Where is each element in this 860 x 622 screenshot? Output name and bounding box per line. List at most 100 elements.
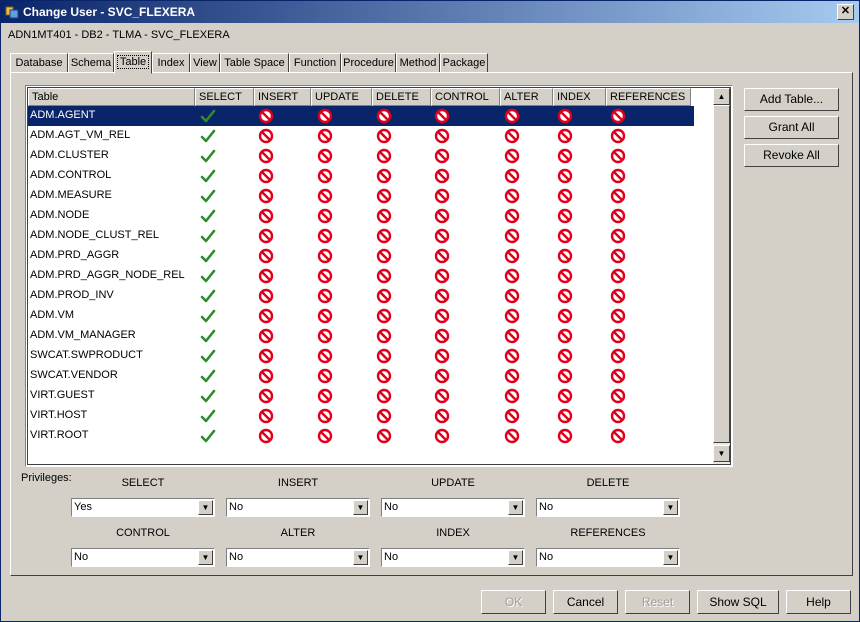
deny-icon[interactable] xyxy=(317,308,333,324)
column-header-update[interactable]: UPDATE xyxy=(311,88,372,106)
check-icon[interactable] xyxy=(200,368,216,384)
deny-icon[interactable] xyxy=(434,328,450,344)
check-icon[interactable] xyxy=(200,148,216,164)
deny-icon[interactable] xyxy=(610,228,626,244)
privilege-select-select[interactable]: Yes ▼ xyxy=(71,498,215,517)
deny-icon[interactable] xyxy=(258,428,274,444)
tab-view[interactable]: View xyxy=(190,53,220,73)
deny-icon[interactable] xyxy=(376,408,392,424)
deny-icon[interactable] xyxy=(258,248,274,264)
deny-icon[interactable] xyxy=(610,428,626,444)
deny-icon[interactable] xyxy=(317,408,333,424)
deny-icon[interactable] xyxy=(504,408,520,424)
help-button[interactable]: Help xyxy=(786,590,851,614)
deny-icon[interactable] xyxy=(258,348,274,364)
deny-icon[interactable] xyxy=(434,248,450,264)
check-icon[interactable] xyxy=(200,308,216,324)
deny-icon[interactable] xyxy=(376,188,392,204)
tab-database[interactable]: Database xyxy=(10,53,68,73)
deny-icon[interactable] xyxy=(504,128,520,144)
deny-icon[interactable] xyxy=(610,168,626,184)
deny-icon[interactable] xyxy=(434,208,450,224)
tab-index[interactable]: Index xyxy=(152,53,190,73)
check-icon[interactable] xyxy=(200,108,216,124)
close-icon[interactable]: ✕ xyxy=(837,4,854,20)
deny-icon[interactable] xyxy=(376,308,392,324)
deny-icon[interactable] xyxy=(258,368,274,384)
table-row[interactable]: ADM.NODE xyxy=(28,206,694,226)
table-row[interactable]: ADM.CLUSTER xyxy=(28,146,694,166)
check-icon[interactable] xyxy=(200,248,216,264)
deny-icon[interactable] xyxy=(434,108,450,124)
deny-icon[interactable] xyxy=(317,348,333,364)
check-icon[interactable] xyxy=(200,128,216,144)
deny-icon[interactable] xyxy=(557,328,573,344)
privilege-select-delete[interactable]: No ▼ xyxy=(536,498,680,517)
tab-procedure[interactable]: Procedure xyxy=(341,53,396,73)
deny-icon[interactable] xyxy=(504,328,520,344)
deny-icon[interactable] xyxy=(317,128,333,144)
vertical-scrollbar[interactable]: ▲ ▼ xyxy=(713,88,730,464)
deny-icon[interactable] xyxy=(557,108,573,124)
chevron-down-icon[interactable]: ▼ xyxy=(198,500,213,515)
check-icon[interactable] xyxy=(200,348,216,364)
column-header-control[interactable]: CONTROL xyxy=(431,88,500,106)
deny-icon[interactable] xyxy=(376,108,392,124)
deny-icon[interactable] xyxy=(434,428,450,444)
deny-icon[interactable] xyxy=(557,168,573,184)
ok-button[interactable]: OK xyxy=(481,590,546,614)
deny-icon[interactable] xyxy=(610,108,626,124)
chevron-down-icon[interactable]: ▼ xyxy=(353,550,368,565)
deny-icon[interactable] xyxy=(258,408,274,424)
deny-icon[interactable] xyxy=(557,228,573,244)
chevron-down-icon[interactable]: ▼ xyxy=(663,500,678,515)
deny-icon[interactable] xyxy=(557,188,573,204)
privilege-select-insert[interactable]: No ▼ xyxy=(226,498,370,517)
deny-icon[interactable] xyxy=(258,228,274,244)
deny-icon[interactable] xyxy=(317,328,333,344)
deny-icon[interactable] xyxy=(258,328,274,344)
deny-icon[interactable] xyxy=(504,288,520,304)
deny-icon[interactable] xyxy=(557,308,573,324)
deny-icon[interactable] xyxy=(376,248,392,264)
tab-schema[interactable]: Schema xyxy=(68,53,114,73)
deny-icon[interactable] xyxy=(434,168,450,184)
deny-icon[interactable] xyxy=(317,108,333,124)
deny-icon[interactable] xyxy=(317,208,333,224)
chevron-down-icon[interactable]: ▼ xyxy=(663,550,678,565)
deny-icon[interactable] xyxy=(557,348,573,364)
table-row[interactable]: ADM.CONTROL xyxy=(28,166,694,186)
deny-icon[interactable] xyxy=(610,188,626,204)
chevron-down-icon[interactable]: ▼ xyxy=(198,550,213,565)
deny-icon[interactable] xyxy=(504,208,520,224)
privilege-select-alter[interactable]: No ▼ xyxy=(226,548,370,567)
deny-icon[interactable] xyxy=(504,148,520,164)
deny-icon[interactable] xyxy=(376,168,392,184)
chevron-down-icon[interactable]: ▼ xyxy=(508,550,523,565)
check-icon[interactable] xyxy=(200,388,216,404)
column-header-table[interactable]: Table xyxy=(28,88,195,106)
deny-icon[interactable] xyxy=(504,248,520,264)
deny-icon[interactable] xyxy=(504,368,520,384)
table-row[interactable]: ADM.AGT_VM_REL xyxy=(28,126,694,146)
table-row[interactable]: SWCAT.VENDOR xyxy=(28,366,694,386)
deny-icon[interactable] xyxy=(434,308,450,324)
privilege-select-index[interactable]: No ▼ xyxy=(381,548,525,567)
deny-icon[interactable] xyxy=(557,408,573,424)
deny-icon[interactable] xyxy=(434,268,450,284)
cancel-button[interactable]: Cancel xyxy=(553,590,618,614)
deny-icon[interactable] xyxy=(258,148,274,164)
check-icon[interactable] xyxy=(200,268,216,284)
deny-icon[interactable] xyxy=(557,368,573,384)
deny-icon[interactable] xyxy=(258,388,274,404)
deny-icon[interactable] xyxy=(376,148,392,164)
deny-icon[interactable] xyxy=(610,368,626,384)
column-header-insert[interactable]: INSERT xyxy=(254,88,311,106)
deny-icon[interactable] xyxy=(258,308,274,324)
deny-icon[interactable] xyxy=(557,388,573,404)
tab-table-space[interactable]: Table Space xyxy=(220,53,289,73)
table-row[interactable]: ADM.NODE_CLUST_REL xyxy=(28,226,694,246)
deny-icon[interactable] xyxy=(258,188,274,204)
deny-icon[interactable] xyxy=(434,148,450,164)
deny-icon[interactable] xyxy=(610,348,626,364)
